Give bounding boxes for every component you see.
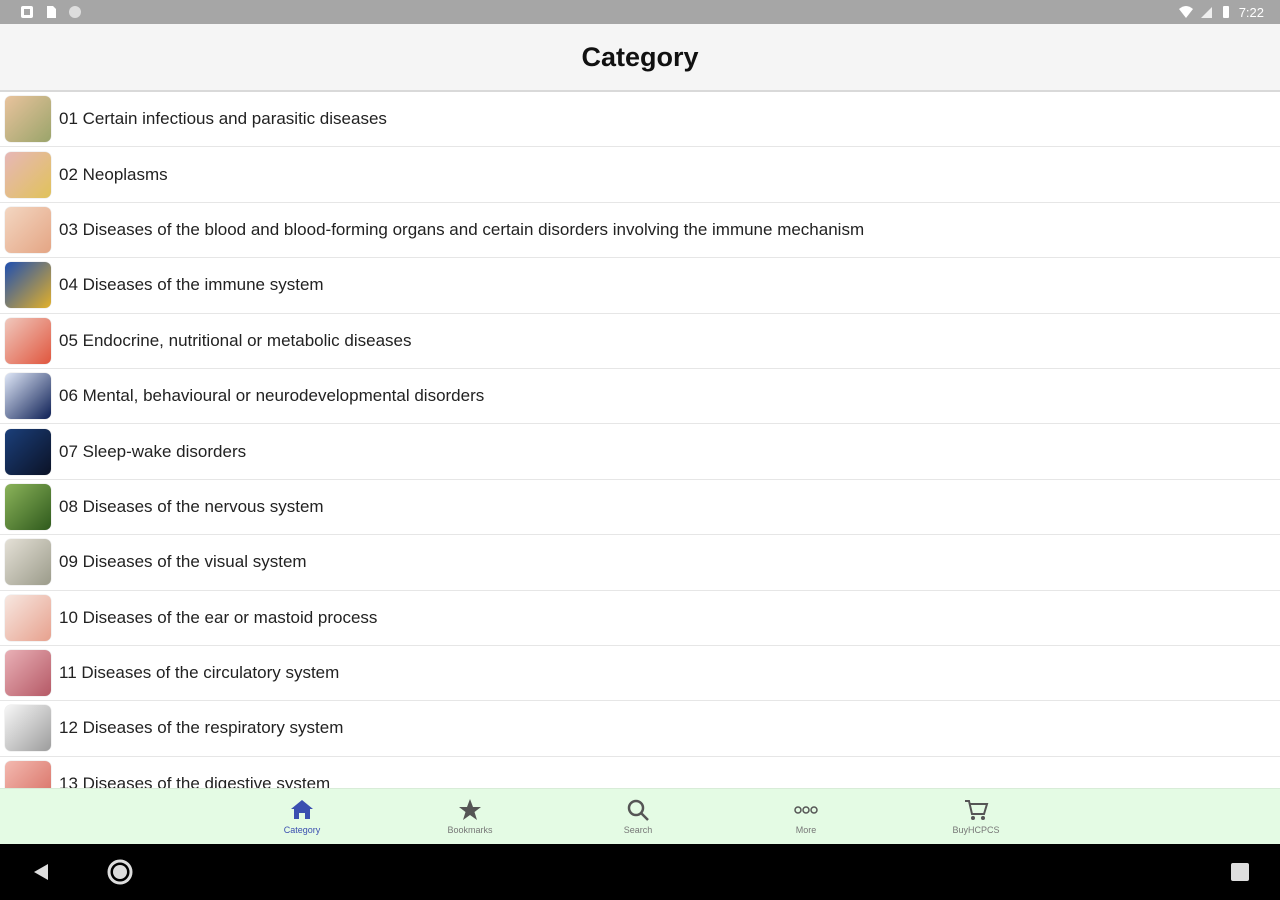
category-list[interactable]: 01 Certain infectious and parasitic dise…: [0, 92, 1280, 788]
list-item[interactable]: 05 Endocrine, nutritional or metabolic d…: [0, 314, 1280, 369]
category-thumbnail: [5, 650, 51, 697]
back-icon[interactable]: [30, 861, 52, 883]
circle-icon: [69, 6, 81, 18]
category-thumbnail: [5, 428, 51, 475]
status-time: 7:22: [1238, 4, 1264, 20]
category-thumbnail: [5, 760, 51, 788]
category-label: 12 Diseases of the respiratory system: [59, 718, 344, 738]
page-title: Category: [581, 41, 699, 72]
list-item[interactable]: 03 Diseases of the blood and blood-formi…: [0, 203, 1280, 259]
category-thumbnail: [5, 373, 51, 420]
notification-icon: [21, 6, 33, 18]
home-circle-icon[interactable]: [106, 858, 134, 886]
list-item[interactable]: 09 Diseases of the visual system: [0, 535, 1280, 591]
list-item[interactable]: 02 Neoplasms: [0, 147, 1280, 203]
list-item[interactable]: 13 Diseases of the digestive system: [0, 757, 1280, 788]
category-label: 13 Diseases of the digestive system: [59, 773, 331, 788]
category-label: 05 Endocrine, nutritional or metabolic d…: [59, 330, 412, 350]
category-thumbnail: [5, 539, 51, 586]
tab-category[interactable]: Category: [262, 797, 342, 835]
category-label: 07 Sleep-wake disorders: [59, 441, 247, 461]
list-item[interactable]: 11 Diseases of the circulatory system: [0, 646, 1280, 702]
signal-icon: [1200, 7, 1212, 18]
category-label: 10 Diseases of the ear or mastoid proces…: [59, 607, 378, 627]
category-thumbnail: [5, 151, 51, 198]
category-thumbnail: [5, 262, 51, 309]
tab-label: More: [795, 825, 817, 835]
list-item[interactable]: 12 Diseases of the respiratory system: [0, 701, 1280, 757]
category-label: 02 Neoplasms: [59, 164, 168, 184]
category-label: 11 Diseases of the circulatory system: [59, 663, 340, 683]
list-item[interactable]: 01 Certain infectious and parasitic dise…: [0, 92, 1280, 148]
tab-label: Bookmarks: [447, 825, 493, 835]
wifi-icon: [1178, 6, 1193, 18]
category-thumbnail: [5, 594, 51, 641]
tab-label: BuyHCPCS: [952, 825, 1000, 835]
list-item[interactable]: 06 Mental, behavioural or neurodevelopme…: [0, 369, 1280, 425]
category-label: 03 Diseases of the blood and blood-formi…: [59, 219, 865, 239]
list-item[interactable]: 10 Diseases of the ear or mastoid proces…: [0, 591, 1280, 646]
category-thumbnail: [5, 206, 51, 253]
category-label: 09 Diseases of the visual system: [59, 552, 307, 572]
search-icon: [627, 799, 649, 821]
category-label: 04 Diseases of the immune system: [59, 275, 324, 295]
list-item[interactable]: 08 Diseases of the nervous system: [0, 480, 1280, 536]
tab-label: Search: [623, 825, 653, 835]
list-item[interactable]: 07 Sleep-wake disorders: [0, 424, 1280, 480]
status-right-icons: 7:22: [1178, 4, 1280, 20]
category-label: 01 Certain infectious and parasitic dise…: [59, 109, 387, 129]
header: Category: [0, 24, 1280, 92]
category-thumbnail: [5, 317, 51, 364]
cart-icon: [965, 800, 989, 820]
category-thumbnail: [5, 705, 51, 752]
system-navigation-bar: [0, 844, 1280, 900]
star-icon: [459, 799, 481, 820]
status-left-icons: [0, 5, 82, 19]
list-item[interactable]: 04 Diseases of the immune system: [0, 258, 1280, 314]
category-thumbnail: [5, 483, 51, 530]
home-icon: [291, 800, 313, 819]
category-label: 06 Mental, behavioural or neurodevelopme…: [59, 386, 485, 406]
bottom-navigation: Category Bookmarks Search More BuyHCPCS: [0, 788, 1280, 845]
tab-search[interactable]: Search: [598, 797, 678, 835]
category-label: 08 Diseases of the nervous system: [59, 496, 324, 516]
more-icon: [794, 806, 818, 814]
tab-buyhcpcs[interactable]: BuyHCPCS: [936, 797, 1016, 835]
battery-icon: [1222, 6, 1229, 18]
sd-card-icon: [47, 6, 56, 18]
tab-label: Category: [283, 825, 321, 835]
status-bar: 7:22: [0, 0, 1280, 24]
tab-bookmarks[interactable]: Bookmarks: [430, 797, 510, 835]
tab-more[interactable]: More: [766, 797, 846, 835]
recents-icon[interactable]: [1230, 862, 1250, 882]
category-thumbnail: [5, 96, 51, 143]
